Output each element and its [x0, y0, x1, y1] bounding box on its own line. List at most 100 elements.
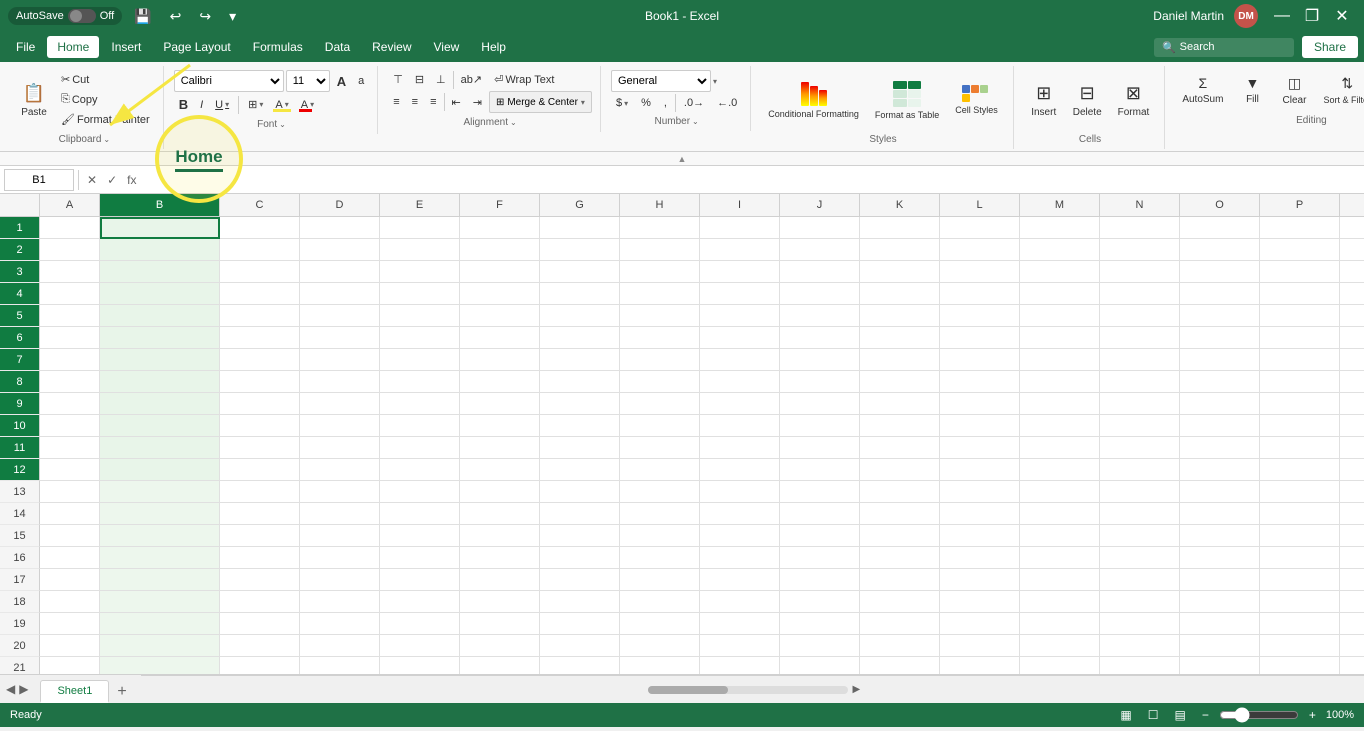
col-header-g[interactable]: G — [540, 194, 620, 216]
cell-A2[interactable] — [40, 239, 100, 261]
cell-E14[interactable] — [380, 503, 460, 525]
cell-L3[interactable] — [940, 261, 1020, 283]
cell-G10[interactable] — [540, 415, 620, 437]
cell-G11[interactable] — [540, 437, 620, 459]
cell-H1[interactable] — [620, 217, 700, 239]
cell-D11[interactable] — [300, 437, 380, 459]
cell-D18[interactable] — [300, 591, 380, 613]
cell-K6[interactable] — [860, 327, 940, 349]
font-name-select[interactable]: Calibri — [174, 70, 284, 92]
cell-M5[interactable] — [1020, 305, 1100, 327]
cell-O3[interactable] — [1180, 261, 1260, 283]
cell-B16[interactable] — [100, 547, 220, 569]
cell-L10[interactable] — [940, 415, 1020, 437]
autosum-button[interactable]: Σ AutoSum — [1175, 70, 1230, 110]
search-box[interactable]: 🔍 Search — [1154, 38, 1294, 57]
borders-button[interactable]: ⊞ ▾ — [243, 95, 268, 114]
cell-M21[interactable] — [1020, 657, 1100, 674]
cell-M2[interactable] — [1020, 239, 1100, 261]
cell-G5[interactable] — [540, 305, 620, 327]
cell-G4[interactable] — [540, 283, 620, 305]
increase-decimal-button[interactable]: .0→ — [679, 94, 709, 112]
cell-D13[interactable] — [300, 481, 380, 503]
cell-L21[interactable] — [940, 657, 1020, 674]
col-header-d[interactable]: D — [300, 194, 380, 216]
cell-N7[interactable] — [1100, 349, 1180, 371]
cell-B1[interactable] — [100, 217, 220, 239]
cell-B17[interactable] — [100, 569, 220, 591]
row-num-17[interactable]: 17 — [0, 569, 40, 591]
hscroll-thumb[interactable] — [648, 686, 728, 694]
cell-A6[interactable] — [40, 327, 100, 349]
cell-B3[interactable] — [100, 261, 220, 283]
cell-E21[interactable] — [380, 657, 460, 674]
cell-F19[interactable] — [460, 613, 540, 635]
cell-G20[interactable] — [540, 635, 620, 657]
cell-E2[interactable] — [380, 239, 460, 261]
page-layout-view-button[interactable]: ☐ — [1144, 706, 1163, 724]
row-num-7[interactable]: 7 — [0, 349, 40, 371]
cell-Q18[interactable] — [1340, 591, 1364, 613]
cell-F17[interactable] — [460, 569, 540, 591]
cell-D2[interactable] — [300, 239, 380, 261]
cell-I3[interactable] — [700, 261, 780, 283]
cell-C17[interactable] — [220, 569, 300, 591]
cell-C16[interactable] — [220, 547, 300, 569]
maximize-button[interactable]: ❐ — [1298, 4, 1326, 28]
cell-J20[interactable] — [780, 635, 860, 657]
bold-button[interactable]: B — [174, 94, 193, 115]
cell-E1[interactable] — [380, 217, 460, 239]
decrease-decimal-button[interactable]: ←.0 — [712, 94, 742, 112]
cell-E19[interactable] — [380, 613, 460, 635]
redo-button[interactable]: ↪ — [193, 6, 217, 27]
cell-M7[interactable] — [1020, 349, 1100, 371]
minimize-button[interactable]: — — [1268, 4, 1296, 28]
sheet-tab-sheet1[interactable]: Sheet1 — [40, 680, 109, 703]
cell-H10[interactable] — [620, 415, 700, 437]
cell-E20[interactable] — [380, 635, 460, 657]
page-break-view-button[interactable]: ▤ — [1170, 706, 1189, 724]
cell-F21[interactable] — [460, 657, 540, 674]
cell-C13[interactable] — [220, 481, 300, 503]
col-header-a[interactable]: A — [40, 194, 100, 216]
menu-page-layout[interactable]: Page Layout — [153, 36, 240, 58]
cell-E4[interactable] — [380, 283, 460, 305]
cell-L15[interactable] — [940, 525, 1020, 547]
col-header-f[interactable]: F — [460, 194, 540, 216]
cell-G17[interactable] — [540, 569, 620, 591]
cell-D1[interactable] — [300, 217, 380, 239]
fill-button[interactable]: ▼ Fill — [1232, 70, 1272, 110]
cell-J4[interactable] — [780, 283, 860, 305]
cell-Q8[interactable] — [1340, 371, 1364, 393]
cell-F16[interactable] — [460, 547, 540, 569]
cell-D8[interactable] — [300, 371, 380, 393]
cell-Q11[interactable] — [1340, 437, 1364, 459]
cell-O10[interactable] — [1180, 415, 1260, 437]
cell-H15[interactable] — [620, 525, 700, 547]
cell-Q19[interactable] — [1340, 613, 1364, 635]
cell-N10[interactable] — [1100, 415, 1180, 437]
cell-B14[interactable] — [100, 503, 220, 525]
cell-A11[interactable] — [40, 437, 100, 459]
cell-N3[interactable] — [1100, 261, 1180, 283]
cell-J14[interactable] — [780, 503, 860, 525]
cell-K7[interactable] — [860, 349, 940, 371]
cell-C6[interactable] — [220, 327, 300, 349]
cell-O15[interactable] — [1180, 525, 1260, 547]
cell-C18[interactable] — [220, 591, 300, 613]
top-align-button[interactable]: ⊤ — [388, 70, 408, 89]
row-num-8[interactable]: 8 — [0, 371, 40, 393]
cell-F2[interactable] — [460, 239, 540, 261]
row-num-19[interactable]: 19 — [0, 613, 40, 635]
cell-L14[interactable] — [940, 503, 1020, 525]
cell-N14[interactable] — [1100, 503, 1180, 525]
cell-M17[interactable] — [1020, 569, 1100, 591]
cell-styles-button[interactable]: Cell Styles — [948, 70, 1005, 130]
col-header-j[interactable]: J — [780, 194, 860, 216]
menu-home[interactable]: Home — [47, 36, 99, 58]
cell-M15[interactable] — [1020, 525, 1100, 547]
add-sheet-button[interactable]: + — [109, 681, 134, 703]
cell-O16[interactable] — [1180, 547, 1260, 569]
cell-D16[interactable] — [300, 547, 380, 569]
cell-Q6[interactable] — [1340, 327, 1364, 349]
